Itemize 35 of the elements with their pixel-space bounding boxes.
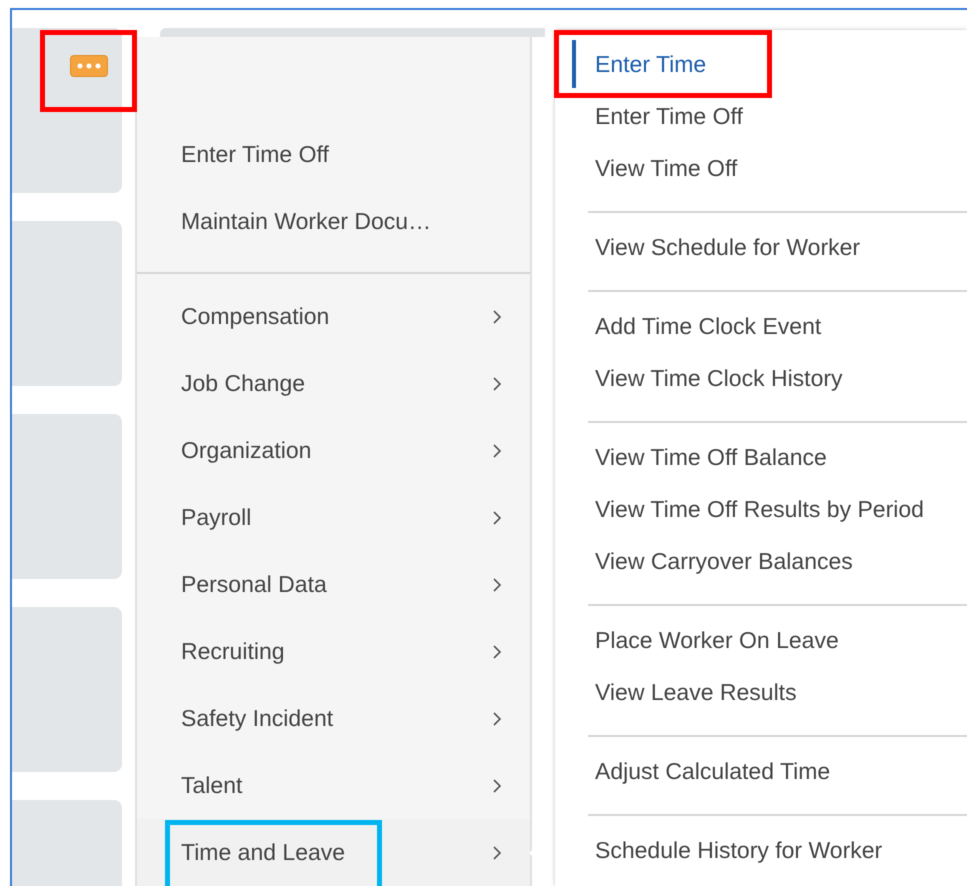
menu-item[interactable]: Talent	[137, 752, 530, 819]
submenu-item[interactable]: View Time Clock History	[588, 352, 967, 404]
submenu-item[interactable]: Schedule History for Worker	[588, 824, 967, 876]
more-button[interactable]	[70, 55, 108, 77]
submenu-item[interactable]: Add Time Clock Event	[588, 300, 967, 352]
submenu-item[interactable]: View Leave Results	[588, 666, 967, 718]
menu-item[interactable]: Organization	[137, 417, 530, 484]
chevron-right-icon	[492, 442, 502, 458]
more-icon	[77, 63, 101, 69]
chevron-right-icon	[492, 644, 502, 660]
submenu-item[interactable]: Adjust Calculated Time	[588, 745, 967, 797]
submenu-item[interactable]: View Time Off Results by Period	[588, 483, 967, 535]
menu-item[interactable]: Personal Data	[137, 551, 530, 618]
menu-item[interactable]: Recruiting	[137, 618, 530, 685]
menu-item[interactable]: Safety Incident	[137, 685, 530, 752]
submenu-item[interactable]: Enter Time Off	[555, 90, 967, 142]
menu-item[interactable]: Enter Time Off	[137, 121, 530, 188]
chevron-right-icon	[492, 308, 502, 324]
chevron-right-icon	[492, 778, 502, 794]
menu-item[interactable]: Compensation	[137, 283, 530, 350]
menu-item[interactable]: Payroll	[137, 484, 530, 551]
chevron-right-icon	[492, 376, 502, 392]
selection-bar	[572, 40, 576, 88]
submenu-item[interactable]: View Schedule for Worker	[588, 221, 967, 273]
chevron-right-icon	[492, 576, 502, 592]
submenu-item[interactable]: Enter Time	[555, 38, 967, 90]
chevron-right-icon	[492, 844, 502, 860]
menu-item[interactable]: Maintain Worker Docu…	[137, 188, 530, 255]
submenu-item[interactable]: Place Worker On Leave	[588, 614, 967, 666]
submenu-item[interactable]: View Time Off Balance	[588, 431, 967, 483]
chevron-right-icon	[492, 510, 502, 526]
submenu-item[interactable]: View Carryover Balances	[588, 535, 967, 587]
submenu-item[interactable]: View Time Off	[555, 142, 967, 194]
chevron-right-icon	[492, 710, 502, 726]
menu-item[interactable]: Job Change	[137, 350, 530, 417]
